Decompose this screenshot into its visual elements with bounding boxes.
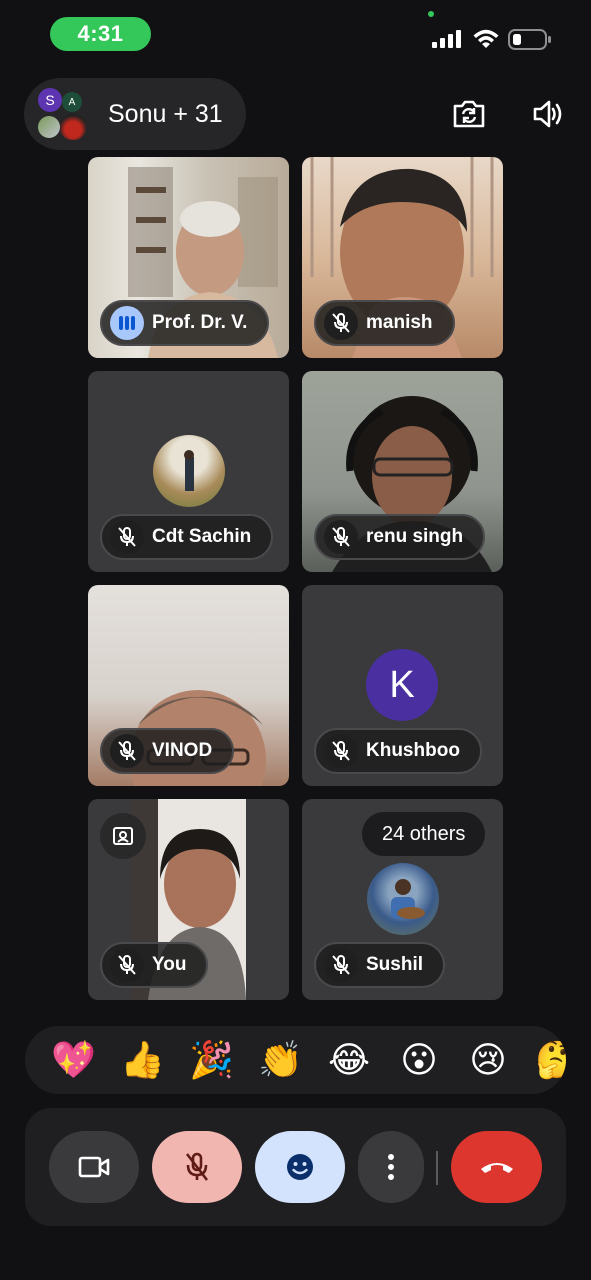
reactions-bar: 💖 👍 🎉 👏 😂 😮 😢 🤔 xyxy=(25,1026,566,1094)
mic-off-icon xyxy=(324,520,358,554)
more-options-button[interactable] xyxy=(358,1131,424,1203)
contact-card-icon[interactable] xyxy=(100,813,146,859)
participant-name-chip: Sushil xyxy=(314,942,446,988)
reaction-thinking[interactable]: 🤔 xyxy=(535,1038,566,1082)
avatar: A xyxy=(62,92,82,112)
divider xyxy=(436,1151,438,1185)
self-view-tile[interactable]: You xyxy=(88,799,289,1000)
video-toggle-button[interactable] xyxy=(49,1131,139,1203)
battery-icon xyxy=(508,29,551,50)
participant-name: Sushil xyxy=(366,954,424,975)
mic-off-icon xyxy=(110,734,144,768)
avatar xyxy=(38,116,60,138)
participant-name: Khushboo xyxy=(366,740,460,761)
mic-off-icon xyxy=(185,1152,209,1181)
participant-name: VINOD xyxy=(152,740,213,761)
participant-name-chip: Khushboo xyxy=(314,728,482,774)
avatar xyxy=(60,114,86,140)
participant-name: manish xyxy=(366,312,433,333)
reaction-clapping[interactable]: 👏 xyxy=(258,1038,303,1082)
flip-camera-icon[interactable] xyxy=(449,94,489,134)
status-time: 4:31 xyxy=(50,17,151,51)
mic-toggle-button[interactable] xyxy=(152,1131,242,1203)
avatar: K xyxy=(366,649,438,721)
mic-off-icon xyxy=(110,520,144,554)
cellular-signal-icon xyxy=(432,30,461,48)
reaction-crying[interactable]: 😢 xyxy=(466,1038,510,1082)
reaction-sparkling-heart[interactable]: 💖 xyxy=(51,1038,96,1082)
mic-off-icon xyxy=(110,948,144,982)
speaker-icon[interactable] xyxy=(528,94,568,134)
participant-name-chip: You xyxy=(100,942,209,988)
avatar: S xyxy=(38,88,62,112)
call-title: Sonu + 31 xyxy=(108,99,223,128)
participant-name-chip: Prof. Dr. V. xyxy=(100,300,270,346)
mic-off-icon xyxy=(324,948,358,982)
reaction-laughing[interactable]: 😂 xyxy=(327,1038,371,1082)
call-participants-pill[interactable]: S A Sonu + 31 xyxy=(24,78,246,150)
participant-tile[interactable]: K Khushboo xyxy=(302,585,503,786)
others-count-badge[interactable]: 24 others xyxy=(362,812,486,856)
reaction-thumbs-up[interactable]: 👍 xyxy=(120,1038,165,1082)
reaction-party-popper[interactable]: 🎉 xyxy=(189,1038,234,1082)
participant-tile[interactable]: 24 others Sushil xyxy=(302,799,503,1000)
end-call-button[interactable] xyxy=(451,1131,542,1203)
participant-name: Cdt Sachin xyxy=(152,526,252,547)
speaking-indicator-icon xyxy=(110,306,144,340)
participant-name-chip: VINOD xyxy=(100,728,235,774)
mic-off-icon xyxy=(324,734,358,768)
participant-name: You xyxy=(152,954,187,975)
reaction-surprised[interactable]: 😮 xyxy=(397,1038,441,1082)
participant-tile[interactable]: Prof. Dr. V. xyxy=(88,157,289,358)
participant-name-chip: manish xyxy=(314,300,455,346)
avatar xyxy=(152,435,225,507)
participant-name: renu singh xyxy=(366,526,464,547)
participant-name: Prof. Dr. V. xyxy=(152,312,248,333)
participant-tile[interactable]: renu singh xyxy=(302,371,503,572)
privacy-indicator-dot xyxy=(428,11,434,17)
emoji-icon xyxy=(287,1154,313,1180)
emoji-reactions-button[interactable] xyxy=(255,1131,345,1203)
mic-off-icon xyxy=(324,306,358,340)
call-end-icon xyxy=(480,1163,513,1173)
avatar xyxy=(366,863,439,935)
wifi-icon xyxy=(473,29,499,48)
call-controls-bar xyxy=(25,1108,566,1226)
participant-tile[interactable]: VINOD xyxy=(88,585,289,786)
participant-tile[interactable]: manish xyxy=(302,157,503,358)
video-icon xyxy=(78,1156,110,1178)
participant-name-chip: Cdt Sachin xyxy=(100,514,274,560)
participant-name-chip: renu singh xyxy=(314,514,486,560)
participant-tile[interactable]: Cdt Sachin xyxy=(88,371,289,572)
participant-avatars: S A xyxy=(34,86,90,142)
more-vert-icon xyxy=(388,1154,394,1180)
